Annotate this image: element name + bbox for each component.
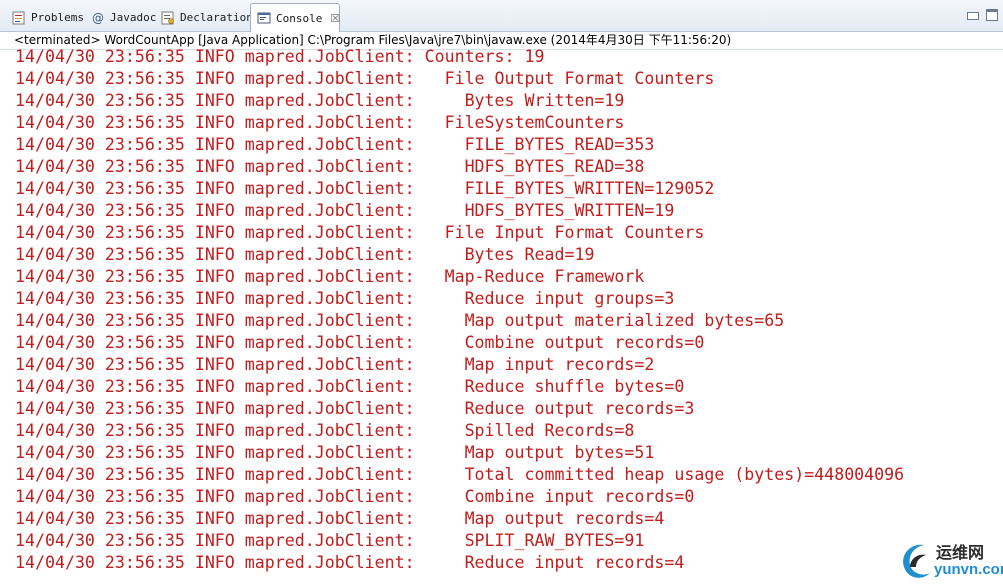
swirl-logo-icon [896,537,936,585]
close-icon[interactable]: ☒ [330,12,340,25]
console-line: 14/04/30 23:56:35 INFO mapred.JobClient:… [15,399,695,418]
console-line: 14/04/30 23:56:35 INFO mapred.JobClient:… [15,113,625,132]
console-line: 14/04/30 23:56:35 INFO mapred.JobClient:… [15,333,705,352]
process-description: <terminated> WordCountApp [Java Applicat… [14,33,732,47]
tab-problems-label: Problems [31,11,84,24]
console-line: 14/04/30 23:56:35 INFO mapred.JobClient:… [15,377,685,396]
javadoc-at-icon: @ [91,11,105,25]
view-tab-bar: Problems @ Javadoc Declaration Console ☒ [0,0,1003,32]
console-line: 14/04/30 23:56:35 INFO mapred.JobClient:… [15,289,675,308]
console-line: 14/04/30 23:56:35 INFO mapred.JobClient:… [15,355,655,374]
minimize-button[interactable] [967,12,979,20]
console-icon [257,11,271,25]
console-line: 14/04/30 23:56:35 INFO mapred.JobClient:… [15,179,715,198]
watermark: 运维网 yunvn.com [896,537,1003,585]
declaration-icon [161,11,175,25]
console-line: 14/04/30 23:56:35 INFO mapred.JobClient:… [15,421,635,440]
console-line: 14/04/30 23:56:35 INFO mapred.JobClient:… [15,531,645,550]
tab-javadoc-label: Javadoc [110,11,157,24]
console-output[interactable]: 14/04/30 23:56:35 INFO mapred.JobClient:… [0,48,1003,585]
console-line: 14/04/30 23:56:35 INFO mapred.JobClient:… [15,443,655,462]
tab-javadoc[interactable]: @ Javadoc [85,4,156,31]
console-line: 14/04/30 23:56:35 INFO mapred.JobClient:… [15,245,595,264]
console-line: 14/04/30 23:56:35 INFO mapred.JobClient:… [15,201,675,220]
tab-problems[interactable]: Problems [6,4,84,31]
console-line: 14/04/30 23:56:35 INFO mapred.JobClient:… [15,135,655,154]
console-line: 14/04/30 23:56:35 INFO mapred.JobClient:… [15,487,695,506]
console-line: 14/04/30 23:56:35 INFO mapred.JobClient:… [15,509,665,528]
watermark-cn: 运维网 [936,543,985,562]
problems-icon [12,11,26,25]
tab-declaration-label: Declaration [180,11,253,24]
console-line: 14/04/30 23:56:35 INFO mapred.JobClient:… [15,69,715,88]
console-line: 14/04/30 23:56:35 INFO mapred.JobClient:… [15,267,645,286]
tab-declaration[interactable]: Declaration [155,4,253,31]
maximize-button[interactable] [986,9,998,21]
tab-console-label: Console [276,11,323,25]
tab-console[interactable]: Console ☒ [250,3,340,32]
eclipse-console-window: Problems @ Javadoc Declaration Console ☒… [0,0,1003,585]
svg-text:@: @ [92,11,104,25]
console-line: 14/04/30 23:56:35 INFO mapred.JobClient:… [15,465,905,484]
console-line: 14/04/30 23:56:35 INFO mapred.JobClient:… [15,223,705,242]
console-line: 14/04/30 23:56:35 INFO mapred.JobClient:… [15,311,785,330]
console-line: 14/04/30 23:56:35 INFO mapred.JobClient:… [15,553,685,572]
console-line: 14/04/30 23:56:35 INFO mapred.JobClient:… [15,48,545,66]
watermark-en: yunvn.com [934,561,1003,578]
console-line: 14/04/30 23:56:35 INFO mapred.JobClient:… [15,157,645,176]
console-line: 14/04/30 23:56:35 INFO mapred.JobClient:… [15,91,625,110]
